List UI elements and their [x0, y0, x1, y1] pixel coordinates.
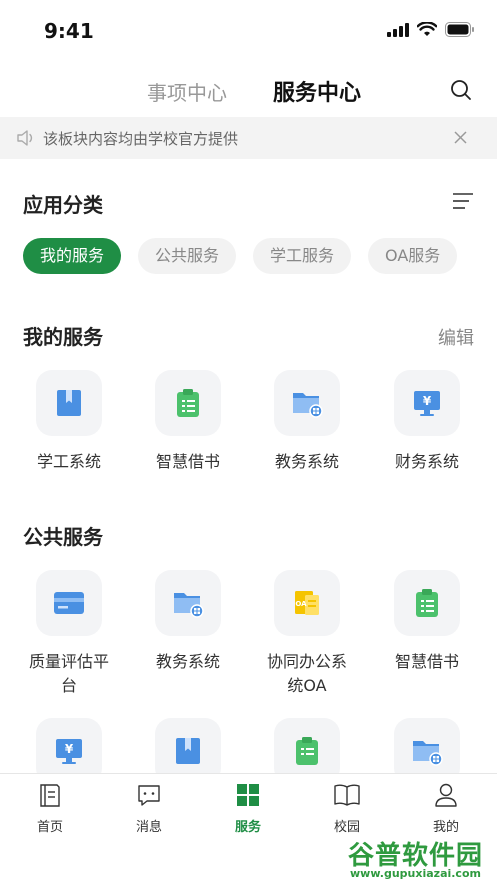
svg-text:OA: OA	[295, 600, 307, 608]
service-icon-box: ¥	[36, 718, 102, 774]
service-label: 教务系统	[274, 452, 339, 471]
menu-icon[interactable]	[452, 192, 474, 210]
service-label: 学工系统	[36, 452, 101, 471]
folder-icon	[413, 741, 443, 766]
service-label: 财务系统	[394, 452, 459, 471]
svg-text:¥: ¥	[65, 742, 74, 756]
service-item[interactable]: 智慧借书	[372, 570, 482, 674]
service-label: 智慧借书	[155, 452, 220, 471]
tab-messages[interactable]: 消息	[109, 782, 189, 835]
service-label: 质量评估平台	[28, 652, 109, 695]
oa-doc-icon: OA	[295, 591, 319, 615]
tab-home[interactable]: 首页	[10, 782, 90, 835]
service-item[interactable]: 质量评估平台	[14, 570, 124, 698]
my-services-title: 我的服务	[23, 325, 103, 349]
service-icon-box: OA	[274, 570, 340, 636]
tab-task-center[interactable]: 事项中心	[147, 77, 227, 106]
book-icon	[334, 784, 360, 806]
tab-label: 校园	[333, 820, 360, 835]
tab-label: 首页	[36, 820, 63, 835]
service-icon-box	[274, 370, 340, 436]
tab-mine[interactable]: 我的	[406, 782, 486, 835]
folder-icon	[293, 393, 323, 418]
service-icon-box	[36, 370, 102, 436]
notice-bar: 该板块内容均由学校官方提供	[0, 117, 497, 159]
service-icon-box	[155, 370, 221, 436]
user-icon	[435, 783, 457, 807]
service-item[interactable]: 教务系统	[133, 570, 243, 674]
service-item[interactable]	[372, 718, 482, 774]
service-item[interactable]: 智慧借书	[133, 370, 243, 474]
tab-service-center[interactable]: 服务中心	[273, 75, 361, 107]
monitor-yen-icon: ¥	[414, 391, 440, 416]
notice-text: 该板块内容均由学校官方提供	[43, 130, 239, 148]
public-services-grid: 质量评估平台 教务系统 OA 协同办公系统OA 智慧借书	[0, 570, 497, 720]
grid-icon	[237, 784, 259, 806]
document-icon	[40, 784, 60, 807]
bookmark-icon	[176, 738, 200, 764]
chip-student-services[interactable]: 学工服务	[253, 238, 352, 274]
service-item[interactable]: OA 协同办公系统OA	[252, 570, 362, 698]
service-icon-box	[36, 570, 102, 636]
speaker-icon	[17, 130, 33, 146]
service-item[interactable]: ¥	[14, 718, 124, 774]
service-icon-box	[155, 718, 221, 774]
service-item[interactable]	[252, 718, 362, 774]
tab-services[interactable]: 服务	[208, 782, 288, 835]
tab-campus[interactable]: 校园	[307, 782, 387, 835]
monitor-yen-icon: ¥	[56, 739, 82, 764]
categories-title: 应用分类	[23, 193, 103, 217]
clipboard-icon	[177, 389, 199, 417]
chip-my-services[interactable]: 我的服务	[23, 238, 122, 274]
chat-icon	[138, 785, 160, 806]
chip-public-services[interactable]: 公共服务	[138, 238, 237, 274]
wifi-icon	[417, 22, 437, 36]
service-icon-box: ¥	[394, 370, 460, 436]
service-icon-box	[274, 718, 340, 774]
service-item[interactable]: 学工系统	[14, 370, 124, 474]
service-item[interactable]: ¥ 财务系统	[372, 370, 482, 474]
service-icon-box	[394, 570, 460, 636]
status-bar: 9:41	[0, 0, 497, 60]
service-label: 协同办公系统OA	[266, 652, 347, 695]
watermark-url: www.gupuxiazai.com	[350, 867, 481, 880]
public-services-grid-row2: ¥	[0, 718, 497, 774]
service-item[interactable]: 教务系统	[252, 370, 362, 474]
search-icon[interactable]	[449, 78, 473, 102]
svg-text:¥: ¥	[423, 394, 432, 408]
card-icon	[54, 592, 84, 614]
tab-label: 我的	[432, 820, 459, 835]
bookmark-icon	[57, 390, 81, 416]
service-icon-box	[155, 570, 221, 636]
chip-oa-services[interactable]: OA服务	[368, 238, 458, 274]
signal-icon	[387, 22, 409, 37]
my-services-grid: 学工系统 智慧借书 教务系统 ¥ 财务系统	[0, 370, 497, 510]
public-services-title: 公共服务	[23, 525, 103, 549]
category-chips: 我的服务 公共服务 学工服务 OA服务	[23, 238, 458, 274]
close-icon[interactable]	[454, 131, 467, 144]
service-item[interactable]	[133, 718, 243, 774]
status-time: 9:41	[44, 19, 94, 43]
tab-label: 服务	[234, 820, 261, 835]
folder-icon	[174, 593, 204, 618]
header: 事项中心 服务中心	[0, 68, 497, 116]
service-label: 教务系统	[155, 652, 220, 671]
status-icons	[387, 22, 475, 37]
service-icon-box	[394, 718, 460, 774]
watermark-logo: 谷普软件园 www.gupuxiazai.com	[340, 835, 497, 883]
clipboard-icon	[296, 737, 318, 765]
service-label: 智慧借书	[394, 652, 459, 671]
battery-icon	[445, 22, 474, 37]
tab-label: 消息	[135, 820, 162, 835]
clipboard-icon	[416, 589, 438, 617]
edit-button[interactable]: 编辑	[438, 324, 474, 350]
service-center-screen: 9:41 事项中心 服务中心 该板块内容均由学校官方提供 应用分类 我的服务 公…	[0, 0, 497, 883]
